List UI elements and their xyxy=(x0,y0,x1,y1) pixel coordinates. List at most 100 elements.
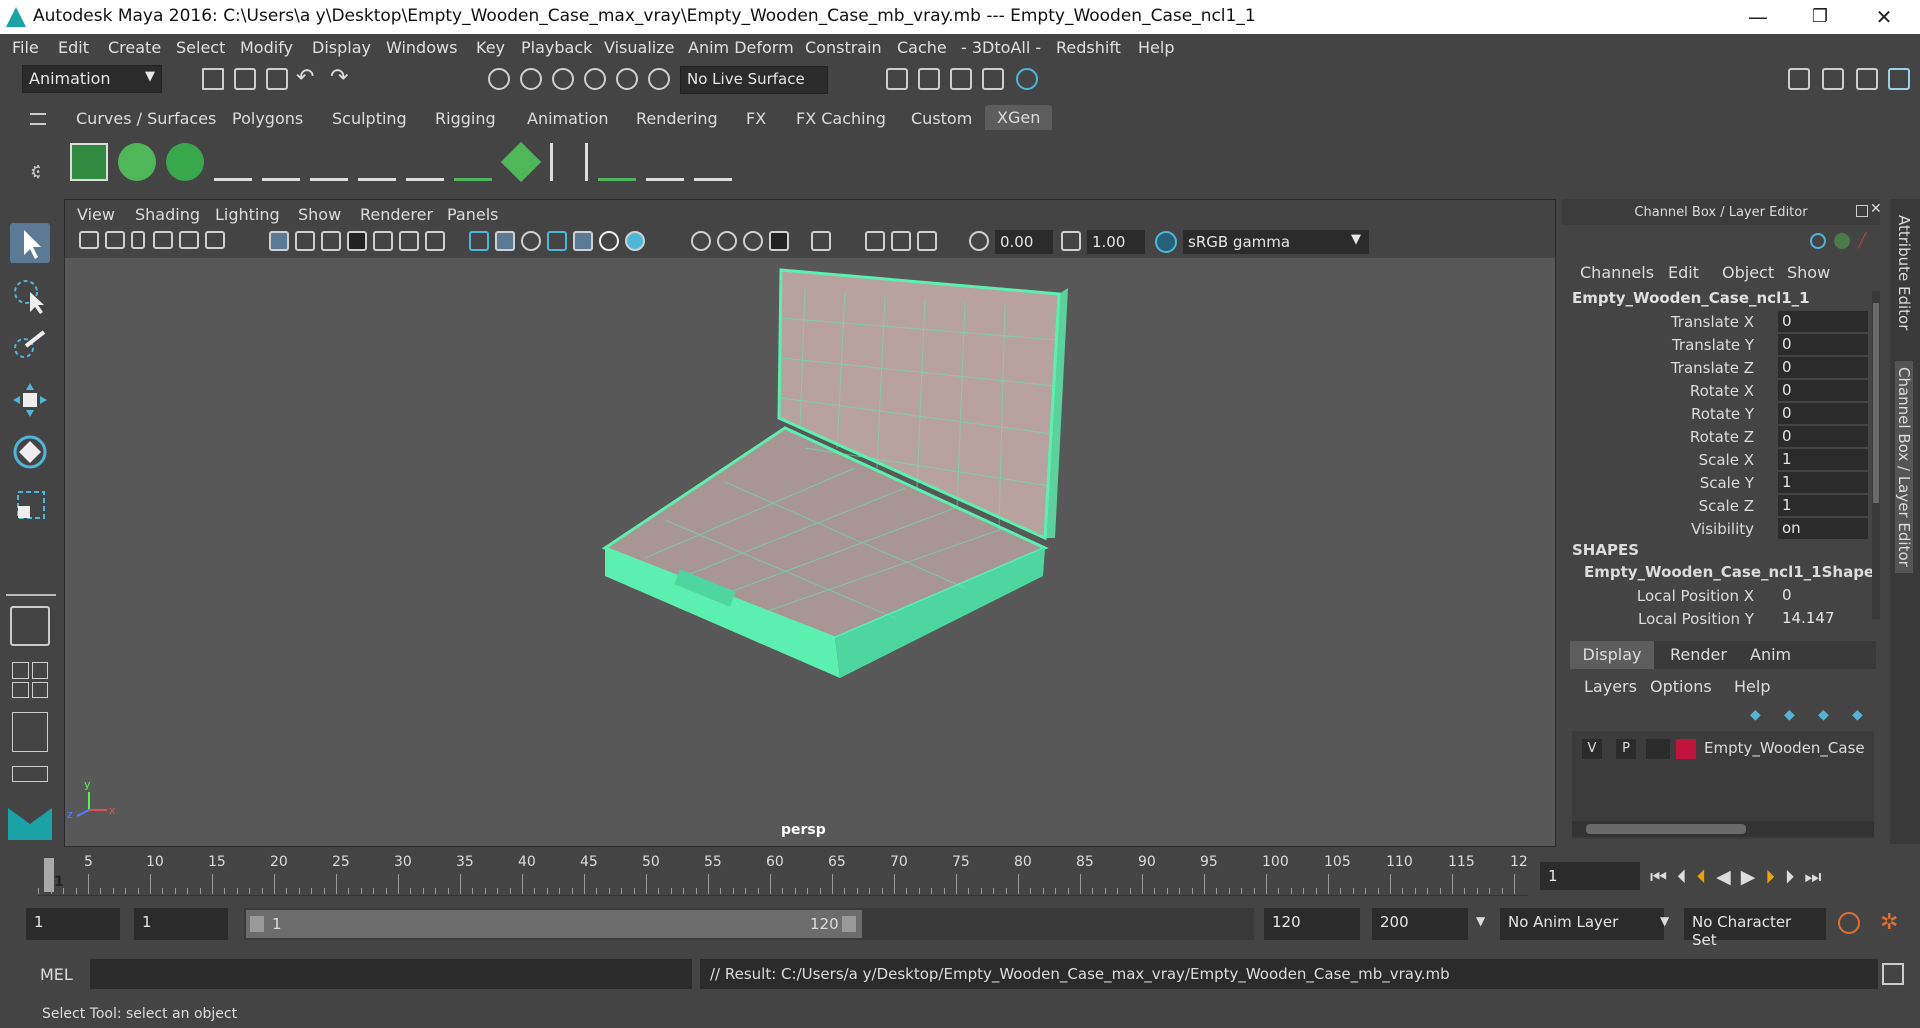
minimize-button[interactable]: — xyxy=(1738,2,1778,32)
layer-row[interactable]: V P Empty_Wooden_Case xyxy=(1572,737,1874,761)
cb-menu-object[interactable]: Object xyxy=(1722,263,1774,282)
select-object-icon[interactable] xyxy=(520,68,542,90)
camera-attributes-icon[interactable] xyxy=(105,231,125,249)
outliner-icon[interactable] xyxy=(1788,68,1810,90)
shadows-icon[interactable] xyxy=(625,231,645,251)
anim-layer-dropdown[interactable]: No Anim Layer xyxy=(1500,908,1664,940)
character-set-dropdown[interactable]: No Character Set xyxy=(1684,908,1826,949)
channel-rotate-y[interactable]: Rotate Y 0 xyxy=(1562,403,1872,425)
menu-help[interactable]: Help xyxy=(1138,38,1174,57)
channel-value[interactable]: 14.147 xyxy=(1778,608,1868,629)
channel-box-tab[interactable]: Channel Box / Layer Editor xyxy=(1895,361,1913,573)
animation-end-field[interactable]: 200 xyxy=(1372,908,1468,940)
snap-point-icon[interactable] xyxy=(648,68,670,90)
wireframe-on-shaded-icon[interactable] xyxy=(547,231,567,251)
animation-preferences-icon[interactable]: ✲ xyxy=(1880,910,1898,935)
channel-scale-y[interactable]: Scale Y 1 xyxy=(1562,472,1872,494)
current-time-indicator[interactable] xyxy=(44,858,54,892)
color-management-icon[interactable] xyxy=(1155,231,1177,253)
play-forward-icon[interactable]: ▶ xyxy=(1741,866,1766,888)
xgen-lock-guide-icon[interactable] xyxy=(406,143,444,181)
menu-playback[interactable]: Playback xyxy=(521,38,592,57)
play-backward-icon[interactable]: ◀ xyxy=(1716,866,1741,888)
tool-settings-icon[interactable] xyxy=(1856,68,1878,90)
menu-file[interactable]: File xyxy=(12,38,39,57)
move-layer-down-icon[interactable]: ◆ xyxy=(1784,707,1802,723)
channel-translate-x[interactable]: Translate X 0 xyxy=(1562,311,1872,333)
channel-value[interactable]: 0 xyxy=(1778,334,1868,355)
animation-start-field[interactable]: 1 xyxy=(26,908,120,940)
xgen-delete-guide-icon[interactable] xyxy=(694,143,732,181)
render-frame-icon[interactable] xyxy=(918,68,940,90)
channel-value[interactable]: 0 xyxy=(1778,357,1868,378)
channel-value[interactable]: 1 xyxy=(1778,472,1868,493)
channel-scale-x[interactable]: Scale X 1 xyxy=(1562,449,1872,471)
new-scene-icon[interactable] xyxy=(202,68,224,90)
channel-translate-y[interactable]: Translate Y 0 xyxy=(1562,334,1872,356)
scale-tool-icon[interactable] xyxy=(10,484,50,524)
cb-menu-channels[interactable]: Channels xyxy=(1580,263,1654,282)
exposure-icon[interactable] xyxy=(969,231,989,251)
cb-menu-edit[interactable]: Edit xyxy=(1668,263,1699,282)
step-forward-key-icon[interactable]: ⏵ xyxy=(1765,866,1785,888)
command-input[interactable] xyxy=(90,959,692,989)
channel-scrollbar[interactable] xyxy=(1872,291,1880,619)
playback-start-field[interactable]: 1 xyxy=(134,908,228,940)
xgen-clear-preview-icon[interactable] xyxy=(166,143,204,181)
xgen-select-guide-icon[interactable] xyxy=(262,143,300,181)
menu-visualize[interactable]: Visualize xyxy=(604,38,674,57)
chevron-down-icon[interactable]: ▼ xyxy=(1476,914,1485,928)
channel-rotate-x[interactable]: Rotate X 0 xyxy=(1562,380,1872,402)
xgen-append-cv-icon[interactable] xyxy=(310,143,348,181)
undo-icon[interactable]: ↶ xyxy=(296,65,314,90)
anti-aliasing-icon[interactable] xyxy=(743,231,763,251)
channel-value[interactable]: 0 xyxy=(1778,311,1868,332)
range-start-grip[interactable] xyxy=(250,916,264,932)
select-hierarchy-icon[interactable] xyxy=(488,68,510,90)
grease-pencil-icon[interactable] xyxy=(205,231,225,249)
close-button[interactable]: ✕ xyxy=(1864,2,1904,32)
layer-hscrollbar[interactable] xyxy=(1572,821,1874,837)
isolate-select-icon[interactable] xyxy=(811,231,831,251)
grid-toggle-icon[interactable] xyxy=(269,231,289,251)
range-end-grip[interactable] xyxy=(842,916,856,932)
channel-value[interactable]: 1 xyxy=(1778,449,1868,470)
safe-title-icon[interactable] xyxy=(425,231,445,251)
channel-rotate-z[interactable]: Rotate Z 0 xyxy=(1562,426,1872,448)
speed-icon[interactable] xyxy=(1834,233,1850,249)
rotate-tool-icon[interactable] xyxy=(10,432,50,472)
tab-rigging[interactable]: Rigging xyxy=(435,109,496,128)
step-forward-frame-icon[interactable]: ⏵ xyxy=(1785,866,1805,888)
xgen-rebuild-guide-icon[interactable] xyxy=(358,143,396,181)
camera-select-icon[interactable] xyxy=(79,231,99,249)
select-tool-icon[interactable] xyxy=(10,223,50,263)
xgen-editor-icon[interactable] xyxy=(70,143,108,181)
graph-layout-icon[interactable] xyxy=(12,766,48,782)
xgen-add-guide-icon[interactable] xyxy=(214,143,252,181)
current-frame-field[interactable]: 1 xyxy=(1540,862,1640,890)
layer-name[interactable]: Empty_Wooden_Case xyxy=(1704,739,1865,757)
default-material-icon[interactable] xyxy=(521,231,541,251)
maya-home-icon[interactable] xyxy=(8,808,52,840)
layer-color-swatch[interactable] xyxy=(1676,739,1696,759)
vp-menu-panels[interactable]: Panels xyxy=(447,205,499,224)
menu-anim-deform[interactable]: Anim Deform xyxy=(688,38,794,57)
wireframe-icon[interactable] xyxy=(469,231,489,251)
channel-local-position-x[interactable]: Local Position X 0 xyxy=(1562,585,1872,607)
lasso-tool-icon[interactable] xyxy=(10,276,50,316)
snap-curve-icon[interactable] xyxy=(616,68,638,90)
gamma-field[interactable]: 1.00 xyxy=(1087,230,1145,254)
screen-space-ao-icon[interactable] xyxy=(691,231,711,251)
film-gate-icon[interactable] xyxy=(295,231,315,251)
tab-sculpting[interactable]: Sculpting xyxy=(332,109,407,128)
exposure-field[interactable]: 0.00 xyxy=(995,230,1053,254)
xgen-guide-display-icon[interactable] xyxy=(646,143,684,181)
layer-display-type[interactable] xyxy=(1646,739,1670,759)
tab-fx[interactable]: FX xyxy=(746,109,766,128)
ipr-render-icon[interactable] xyxy=(950,68,972,90)
xgen-guide-to-curve-icon[interactable] xyxy=(500,141,542,183)
depth-of-field-icon[interactable] xyxy=(769,231,789,251)
tab-display[interactable]: Display xyxy=(1570,641,1654,669)
open-scene-icon[interactable] xyxy=(234,68,256,90)
channel-value[interactable]: on xyxy=(1778,518,1868,539)
